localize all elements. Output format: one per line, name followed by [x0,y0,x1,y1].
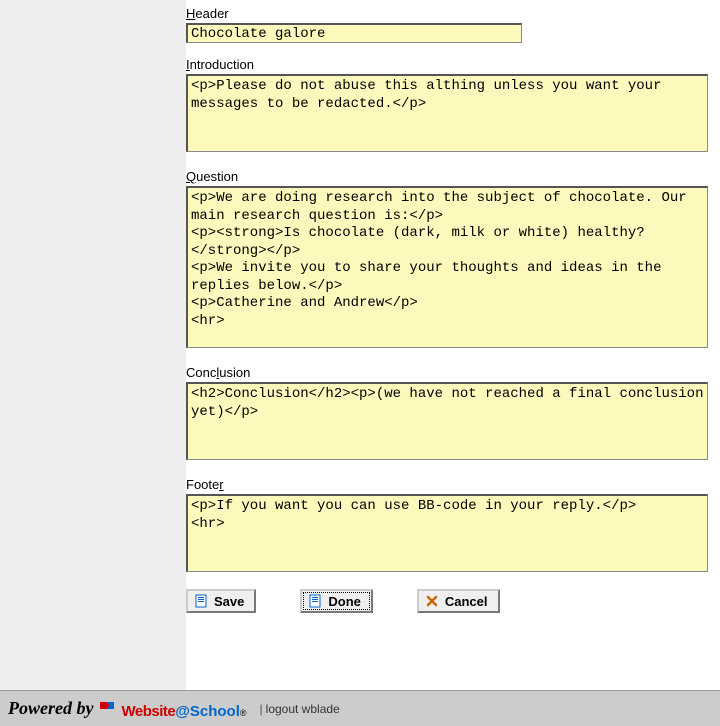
button-row: Save Done Cancel [186,589,708,613]
logo-school-text: School [190,703,240,720]
main-form: Header Introduction Question Conclusion … [186,0,720,690]
footer-bar: Powered by Website@School® | logout wbla… [0,690,720,726]
logo: Website@School® [99,698,246,720]
cancel-button[interactable]: Cancel [417,589,500,613]
separator: | [260,702,263,716]
cancel-button-label: Cancel [445,595,488,608]
save-button[interactable]: Save [186,589,256,613]
introduction-label: Introduction [186,57,708,72]
cancel-icon [425,594,439,608]
logo-website-text: Website [121,703,175,720]
powered-by-text: Powered by [8,698,93,719]
puzzle-icon [99,698,119,720]
logo-at-text: @ [175,703,190,720]
done-button[interactable]: Done [300,589,373,613]
done-icon [308,594,322,608]
save-icon [194,594,208,608]
conclusion-label: Conclusion [186,365,708,380]
save-button-label: Save [214,595,244,608]
sidebar [0,0,186,690]
footer-label: Footer [186,477,708,492]
question-label: Question [186,169,708,184]
conclusion-textarea[interactable] [186,382,708,460]
logout-link[interactable]: logout wblade [266,702,340,716]
introduction-textarea[interactable] [186,74,708,152]
done-button-label: Done [328,595,361,608]
registered-mark: ® [240,708,247,718]
header-input[interactable] [186,23,522,43]
question-textarea[interactable] [186,186,708,348]
header-label: Header [186,6,708,21]
footer-textarea[interactable] [186,494,708,572]
